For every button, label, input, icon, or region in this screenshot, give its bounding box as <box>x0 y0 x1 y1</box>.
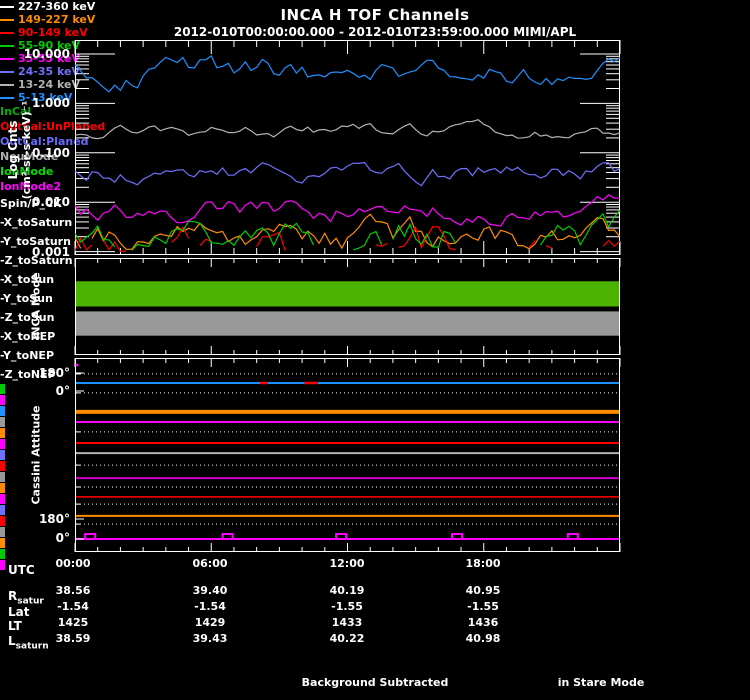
strip-segment <box>0 406 5 416</box>
table-cell: 39.40 <box>192 584 228 597</box>
series-90-149keV <box>256 231 286 251</box>
series-90-149keV <box>545 245 553 249</box>
footer-note-stare-mode: in Stare Mode <box>557 676 645 689</box>
row-label-text: R <box>8 589 18 603</box>
table-cell: 1436 <box>467 616 499 629</box>
y-tick-label: 180° <box>38 366 70 380</box>
mode-band-0 <box>76 281 619 307</box>
panel1-tof-channels-plot <box>74 40 621 255</box>
table-cell: -1.55 <box>467 600 499 613</box>
series-35-55keV <box>74 194 620 227</box>
strip-segment <box>0 538 5 548</box>
row-label-text: Lat <box>8 605 30 619</box>
series-90-149keV <box>602 239 621 248</box>
row-label-text: LT <box>8 619 22 633</box>
series-5-13keV <box>74 55 621 93</box>
strip-segment <box>0 384 5 394</box>
strip-segment <box>0 483 5 493</box>
series-13-24keV <box>74 119 621 140</box>
legend-swatch <box>0 83 14 86</box>
plot-subtitle: 2012-010T00:00:00.000 - 2012-010T23:59:0… <box>173 25 577 39</box>
table-cell: 40.22 <box>329 632 365 645</box>
table-cell: 1429 <box>194 616 226 629</box>
table-cell: -1.54 <box>194 600 226 613</box>
legend-item-label: 13-24 keV <box>18 78 81 91</box>
footer-note-background-subtracted: Background Subtracted <box>301 676 449 689</box>
strip-segment <box>0 494 5 504</box>
y-tick-label: 10.000 <box>23 47 70 61</box>
y-axis-label-cassini-attitude: Cassini Attitude <box>29 405 43 505</box>
strip-segment <box>0 516 5 526</box>
row-label-text: L <box>8 634 16 648</box>
legend-item-label: 24-35 keV <box>18 65 81 78</box>
legend-swatch <box>0 57 14 60</box>
strip-segment <box>0 417 5 427</box>
table-cell: -1.55 <box>331 600 363 613</box>
y-tick-label: 0.010 <box>32 195 70 210</box>
legend-swatch <box>0 70 14 73</box>
panel3-cassini-attitude-plot <box>74 358 621 552</box>
legend-swatch <box>0 96 14 99</box>
strip-segment <box>0 505 5 515</box>
legend-swatch <box>0 44 14 47</box>
y-tick-label: 180° <box>38 512 70 526</box>
utc-time: 18:00 <box>465 557 501 570</box>
utc-time: 00:00 <box>55 557 91 570</box>
table-cell: 39.43 <box>192 632 228 645</box>
mode-band-1 <box>76 311 619 336</box>
utc-time: 12:00 <box>329 557 365 570</box>
strip-segment <box>0 450 5 460</box>
y-tick-label: 0° <box>55 531 70 545</box>
y-tick-label: 0.100 <box>32 145 70 160</box>
table-cell: 38.56 <box>55 584 91 597</box>
strip-segment <box>0 428 5 438</box>
panel2-inca-mode-plot <box>74 258 621 355</box>
strip-segment <box>0 461 5 471</box>
y-tick-label: 0.001 <box>32 244 70 259</box>
table-cell: -1.54 <box>57 600 89 613</box>
panel-border <box>75 358 620 552</box>
table-cell: 1425 <box>57 616 89 629</box>
table-cell: 38.59 <box>55 632 91 645</box>
plot-title: INCA H TOF Channels <box>280 6 470 24</box>
table-cell: 40.19 <box>329 584 365 597</box>
strip-segment <box>0 549 5 559</box>
y-tick-label: 1.000 <box>32 96 70 111</box>
strip-segment <box>0 560 5 570</box>
series-55-90keV <box>353 230 383 251</box>
table-row-label: Lat <box>8 606 29 619</box>
series-24-35keV <box>74 161 621 187</box>
utc-time: 06:00 <box>192 557 228 570</box>
strip-segment <box>0 527 5 537</box>
strip-segment <box>0 439 5 449</box>
series-55-90keV <box>131 220 314 251</box>
panel-border <box>75 40 620 255</box>
utc-label: UTC <box>8 563 35 577</box>
table-cell: 40.95 <box>465 584 501 597</box>
magenta-dot <box>75 363 79 367</box>
table-row-label: LT <box>8 620 22 633</box>
y-axis-label-inca-mode: INCA Mode <box>29 272 43 340</box>
table-cell: 1433 <box>331 616 363 629</box>
strip-segment <box>0 395 5 405</box>
y-tick-label: 0° <box>55 384 70 398</box>
figure: INCA H TOF Channels 2012-010T00:00:00.00… <box>0 0 750 700</box>
strip-segment <box>0 472 5 482</box>
table-cell: 40.98 <box>465 632 501 645</box>
